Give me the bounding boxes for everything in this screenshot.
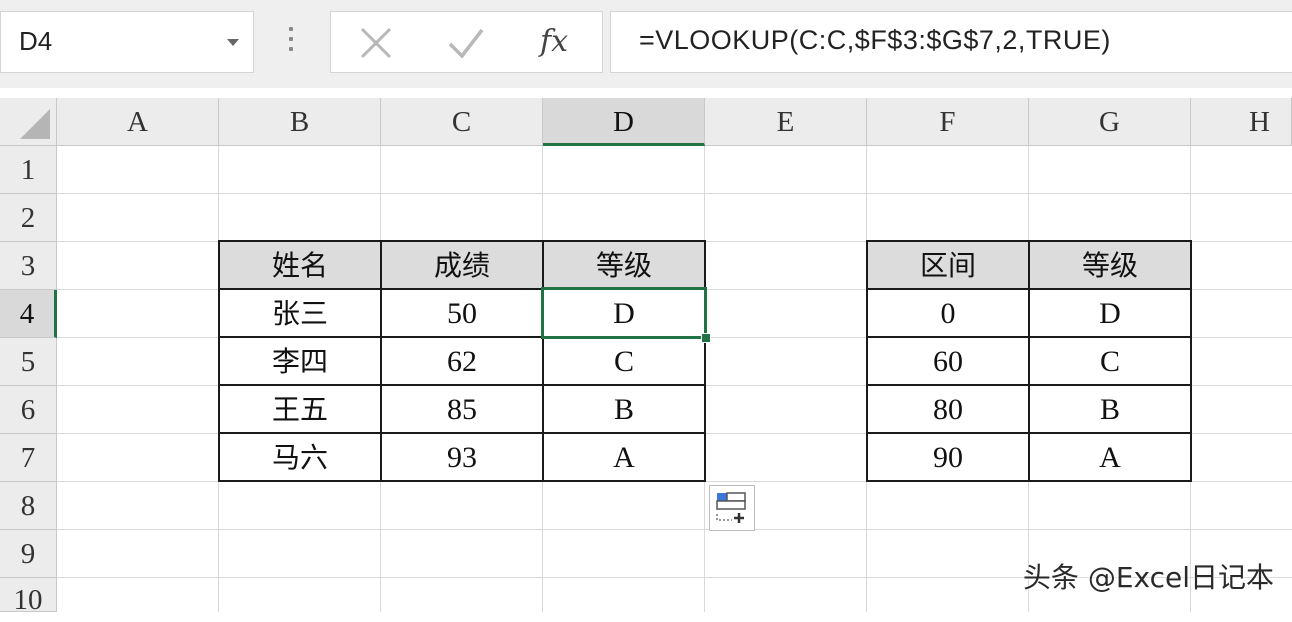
row-header-5[interactable]: 5 [0,338,57,386]
table-left-divider [380,240,382,482]
cell-g5[interactable]: C [1029,338,1191,386]
row-header-1[interactable]: 1 [0,146,57,194]
table-right-divider [866,432,1192,434]
cell-c4[interactable]: 50 [381,290,543,338]
formula-bar: D4 fx =VLOOKUP(C:C,$F$3:$G$7,2,TRUE) [0,0,1292,88]
column-header-h[interactable]: H [1191,98,1292,146]
cell-g4[interactable]: D [1029,290,1191,338]
cell-b4[interactable]: 张三 [219,290,381,338]
table-right-divider [866,384,1192,386]
gridline [57,529,1292,530]
table-left-divider [218,384,706,386]
column-header-f[interactable]: F [867,98,1029,146]
cell-c7[interactable]: 93 [381,434,543,482]
cell-f5[interactable]: 60 [867,338,1029,386]
table-right-divider [1028,240,1030,482]
table-left-divider [218,288,706,290]
worksheet-grid[interactable]: A B C D E F G H 1 2 3 4 5 6 7 8 9 10 姓名 … [0,98,1292,616]
gridline [57,193,1292,194]
cell-f6[interactable]: 80 [867,386,1029,434]
row-header-4[interactable]: 4 [0,290,57,338]
column-header-g[interactable]: G [1029,98,1191,146]
formula-text: =VLOOKUP(C:C,$F$3:$G$7,2,TRUE) [639,25,1111,55]
column-header-b[interactable]: B [219,98,381,146]
check-icon [448,28,484,59]
table-right-divider [866,288,1192,290]
name-box-value: D4 [19,26,53,56]
cell-f3[interactable]: 区间 [867,242,1029,290]
cell-c6[interactable]: 85 [381,386,543,434]
formula-bar-resize-handle[interactable] [287,27,295,57]
table-right-divider [866,336,1192,338]
fx-icon: fx [540,24,569,59]
column-header-e[interactable]: E [705,98,867,146]
quick-analysis-icon [716,492,746,523]
enter-button[interactable] [436,12,496,72]
name-box-dropdown-icon[interactable] [227,39,239,46]
row-header-2[interactable]: 2 [0,194,57,242]
row-header-10[interactable]: 10 [0,578,57,616]
column-header-c[interactable]: C [381,98,543,146]
quick-analysis-button[interactable] [709,485,755,531]
cell-c3[interactable]: 成绩 [381,242,543,290]
row-header-9[interactable]: 9 [0,530,57,578]
cell-c5[interactable]: 62 [381,338,543,386]
cell-b3[interactable]: 姓名 [219,242,381,290]
formula-bar-buttons: fx [330,11,603,73]
cell-f4[interactable]: 0 [867,290,1029,338]
watermark-text: 头条 @Excel日记本 [1022,561,1274,594]
column-header-a[interactable]: A [57,98,219,146]
cell-b5[interactable]: 李四 [219,338,381,386]
cancel-button[interactable] [346,12,406,72]
cell-g3[interactable]: 等级 [1029,242,1191,290]
fill-handle[interactable] [701,333,711,343]
row-header-8[interactable]: 8 [0,482,57,530]
cell-d4[interactable]: D [543,290,705,338]
row-header-6[interactable]: 6 [0,386,57,434]
cell-b6[interactable]: 王五 [219,386,381,434]
cell-g6[interactable]: B [1029,386,1191,434]
cell-d6[interactable]: B [543,386,705,434]
table-left-divider [542,240,544,482]
cell-d7[interactable]: A [543,434,705,482]
select-all-button[interactable] [0,98,57,146]
cell-g7[interactable]: A [1029,434,1191,482]
insert-function-button[interactable]: fx [526,12,586,72]
row-header-7[interactable]: 7 [0,434,57,482]
row-header-3[interactable]: 3 [0,242,57,290]
table-left-divider [218,432,706,434]
close-icon [360,27,392,59]
cell-f7[interactable]: 90 [867,434,1029,482]
formula-input[interactable]: =VLOOKUP(C:C,$F$3:$G$7,2,TRUE) [610,11,1292,73]
name-box[interactable]: D4 [0,11,254,73]
cell-d3[interactable]: 等级 [543,242,705,290]
cell-d5[interactable]: C [543,338,705,386]
cell-b7[interactable]: 马六 [219,434,381,482]
column-header-d[interactable]: D [543,98,705,146]
column-header-h-label: H [1249,106,1270,138]
table-left-divider [218,336,706,338]
